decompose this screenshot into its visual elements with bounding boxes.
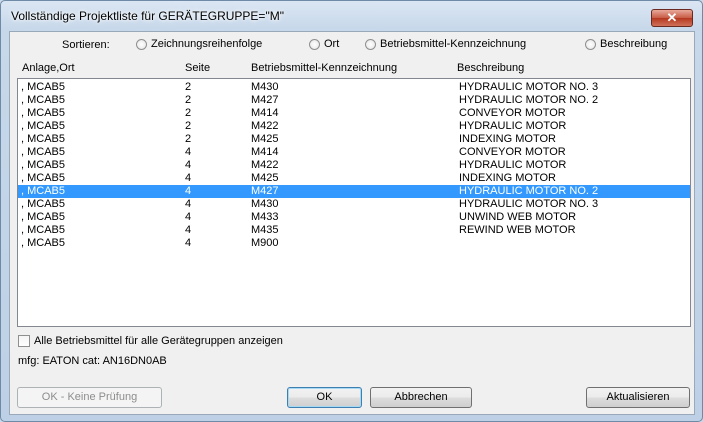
- cell-location: , MCAB5: [21, 224, 66, 236]
- cell-description: HYDRAULIC MOTOR NO. 2: [459, 185, 599, 197]
- cell-description: INDEXING MOTOR: [459, 133, 556, 145]
- cell-tag: M422: [251, 120, 279, 132]
- cell-page: 2: [185, 107, 192, 119]
- cell-page: 4: [185, 211, 192, 223]
- cell-tag: M427: [251, 185, 279, 197]
- cell-page: 4: [185, 146, 192, 158]
- list-row[interactable]: , MCAB5 2 M425 INDEXING MOTOR: [18, 133, 690, 146]
- radio-circle-icon: [136, 38, 147, 50]
- sort-radio-tag[interactable]: Betriebsmittel-Kennzeichnung: [365, 38, 526, 50]
- cell-tag: M422: [251, 159, 279, 171]
- list-row-selected[interactable]: , MCAB5 4 M427 HYDRAULIC MOTOR NO. 2: [18, 185, 690, 198]
- cell-page: 4: [185, 185, 192, 197]
- list-row[interactable]: , MCAB5 4 M900: [18, 237, 690, 250]
- sort-radio-drawing-order[interactable]: Zeichnungsreihenfolge: [136, 38, 262, 50]
- cancel-button[interactable]: Abbrechen: [370, 387, 472, 408]
- cell-tag: M900: [251, 237, 279, 249]
- cell-description: HYDRAULIC MOTOR: [459, 120, 567, 132]
- cell-tag: M425: [251, 172, 279, 184]
- show-all-checkbox-label: Alle Betriebsmittel für alle Gerätegrupp…: [34, 335, 283, 347]
- cell-tag: M430: [251, 81, 279, 93]
- radio-label: Beschreibung: [600, 38, 668, 50]
- column-header-page[interactable]: Seite: [185, 62, 210, 74]
- cell-location: , MCAB5: [21, 94, 66, 106]
- list-row[interactable]: , MCAB5 4 M414 CONVEYOR MOTOR: [18, 146, 690, 159]
- radio-circle-icon: [365, 38, 376, 50]
- list-row[interactable]: , MCAB5 2 M430 HYDRAULIC MOTOR NO. 3: [18, 81, 690, 94]
- refresh-button[interactable]: Aktualisieren: [586, 387, 690, 408]
- radio-label: Betriebsmittel-Kennzeichnung: [380, 38, 527, 50]
- cell-location: , MCAB5: [21, 120, 66, 132]
- cell-location: , MCAB5: [21, 172, 66, 184]
- list-row[interactable]: , MCAB5 2 M422 HYDRAULIC MOTOR: [18, 120, 690, 133]
- cell-description: HYDRAULIC MOTOR: [459, 159, 567, 171]
- cell-description: HYDRAULIC MOTOR NO. 2: [459, 94, 599, 106]
- cell-tag: M430: [251, 198, 279, 210]
- cell-page: 4: [185, 172, 192, 184]
- cell-description: INDEXING MOTOR: [459, 172, 556, 184]
- ok-button[interactable]: OK: [287, 387, 362, 408]
- show-all-checkbox[interactable]: [18, 335, 30, 347]
- dialog-window: Vollständige Projektliste für GERÄTEGRUP…: [0, 0, 703, 422]
- list-row[interactable]: , MCAB5 4 M425 INDEXING MOTOR: [18, 172, 690, 185]
- cell-tag: M414: [251, 146, 279, 158]
- cell-tag: M435: [251, 224, 279, 236]
- cell-tag: M414: [251, 107, 279, 119]
- list-row[interactable]: , MCAB5 4 M433 UNWIND WEB MOTOR: [18, 211, 690, 224]
- cell-page: 4: [185, 198, 192, 210]
- list-row[interactable]: , MCAB5 2 M414 CONVEYOR MOTOR: [18, 107, 690, 120]
- radio-label: Ort: [324, 38, 340, 50]
- cell-page: 4: [185, 159, 192, 171]
- window-title: Vollständige Projektliste für GERÄTEGRUP…: [11, 9, 284, 23]
- cell-location: , MCAB5: [21, 107, 66, 119]
- list-row[interactable]: , MCAB5 4 M435 REWIND WEB MOTOR: [18, 224, 690, 237]
- radio-label: Zeichnungsreihenfolge: [151, 38, 263, 50]
- cell-description: CONVEYOR MOTOR: [459, 107, 566, 119]
- cell-location: , MCAB5: [21, 211, 66, 223]
- title-bar[interactable]: Vollständige Projektliste für GERÄTEGRUP…: [1, 1, 702, 31]
- cell-location: , MCAB5: [21, 198, 66, 210]
- cell-description: HYDRAULIC MOTOR NO. 3: [459, 198, 599, 210]
- cell-page: 2: [185, 120, 192, 132]
- cell-location: , MCAB5: [21, 146, 66, 158]
- project-list[interactable]: , MCAB5 2 M430 HYDRAULIC MOTOR NO. 3 , M…: [17, 78, 691, 327]
- cell-tag: M425: [251, 133, 279, 145]
- column-header-description[interactable]: Beschreibung: [457, 62, 524, 74]
- sort-radio-description[interactable]: Beschreibung: [585, 38, 667, 50]
- close-button[interactable]: ✕: [651, 9, 693, 27]
- cell-location: , MCAB5: [21, 159, 66, 171]
- show-all-checkbox-row[interactable]: Alle Betriebsmittel für alle Gerätegrupp…: [18, 335, 283, 347]
- ok-no-check-button[interactable]: OK - Keine Prüfung: [17, 387, 162, 408]
- cell-location: , MCAB5: [21, 133, 66, 145]
- radio-circle-icon: [585, 38, 596, 50]
- cell-description: HYDRAULIC MOTOR NO. 3: [459, 81, 599, 93]
- sort-radio-location[interactable]: Ort: [309, 38, 339, 50]
- list-row[interactable]: , MCAB5 4 M430 HYDRAULIC MOTOR NO. 3: [18, 198, 690, 211]
- cell-description: UNWIND WEB MOTOR: [459, 211, 577, 223]
- cell-location: , MCAB5: [21, 237, 66, 249]
- cell-page: 4: [185, 237, 192, 249]
- cell-page: 4: [185, 224, 192, 236]
- cell-description: CONVEYOR MOTOR: [459, 146, 566, 158]
- list-row[interactable]: , MCAB5 4 M422 HYDRAULIC MOTOR: [18, 159, 690, 172]
- cell-tag: M427: [251, 94, 279, 106]
- cell-location: , MCAB5: [21, 185, 66, 197]
- manufacturer-info: mfg: EATON cat: AN16DN0AB: [18, 355, 167, 367]
- cell-tag: M433: [251, 211, 279, 223]
- sort-label: Sortieren:: [62, 39, 110, 51]
- cell-page: 2: [185, 81, 192, 93]
- dialog-client-area: Sortieren: Zeichnungsreihenfolge Ort Bet…: [9, 31, 695, 415]
- cell-page: 2: [185, 94, 192, 106]
- cell-page: 2: [185, 133, 192, 145]
- radio-circle-icon: [309, 38, 320, 50]
- cell-description: REWIND WEB MOTOR: [459, 224, 576, 236]
- column-header-location[interactable]: Anlage,Ort: [22, 62, 75, 74]
- list-row[interactable]: , MCAB5 2 M427 HYDRAULIC MOTOR NO. 2: [18, 94, 690, 107]
- cell-location: , MCAB5: [21, 81, 66, 93]
- column-header-tag[interactable]: Betriebsmittel-Kennzeichnung: [251, 62, 397, 74]
